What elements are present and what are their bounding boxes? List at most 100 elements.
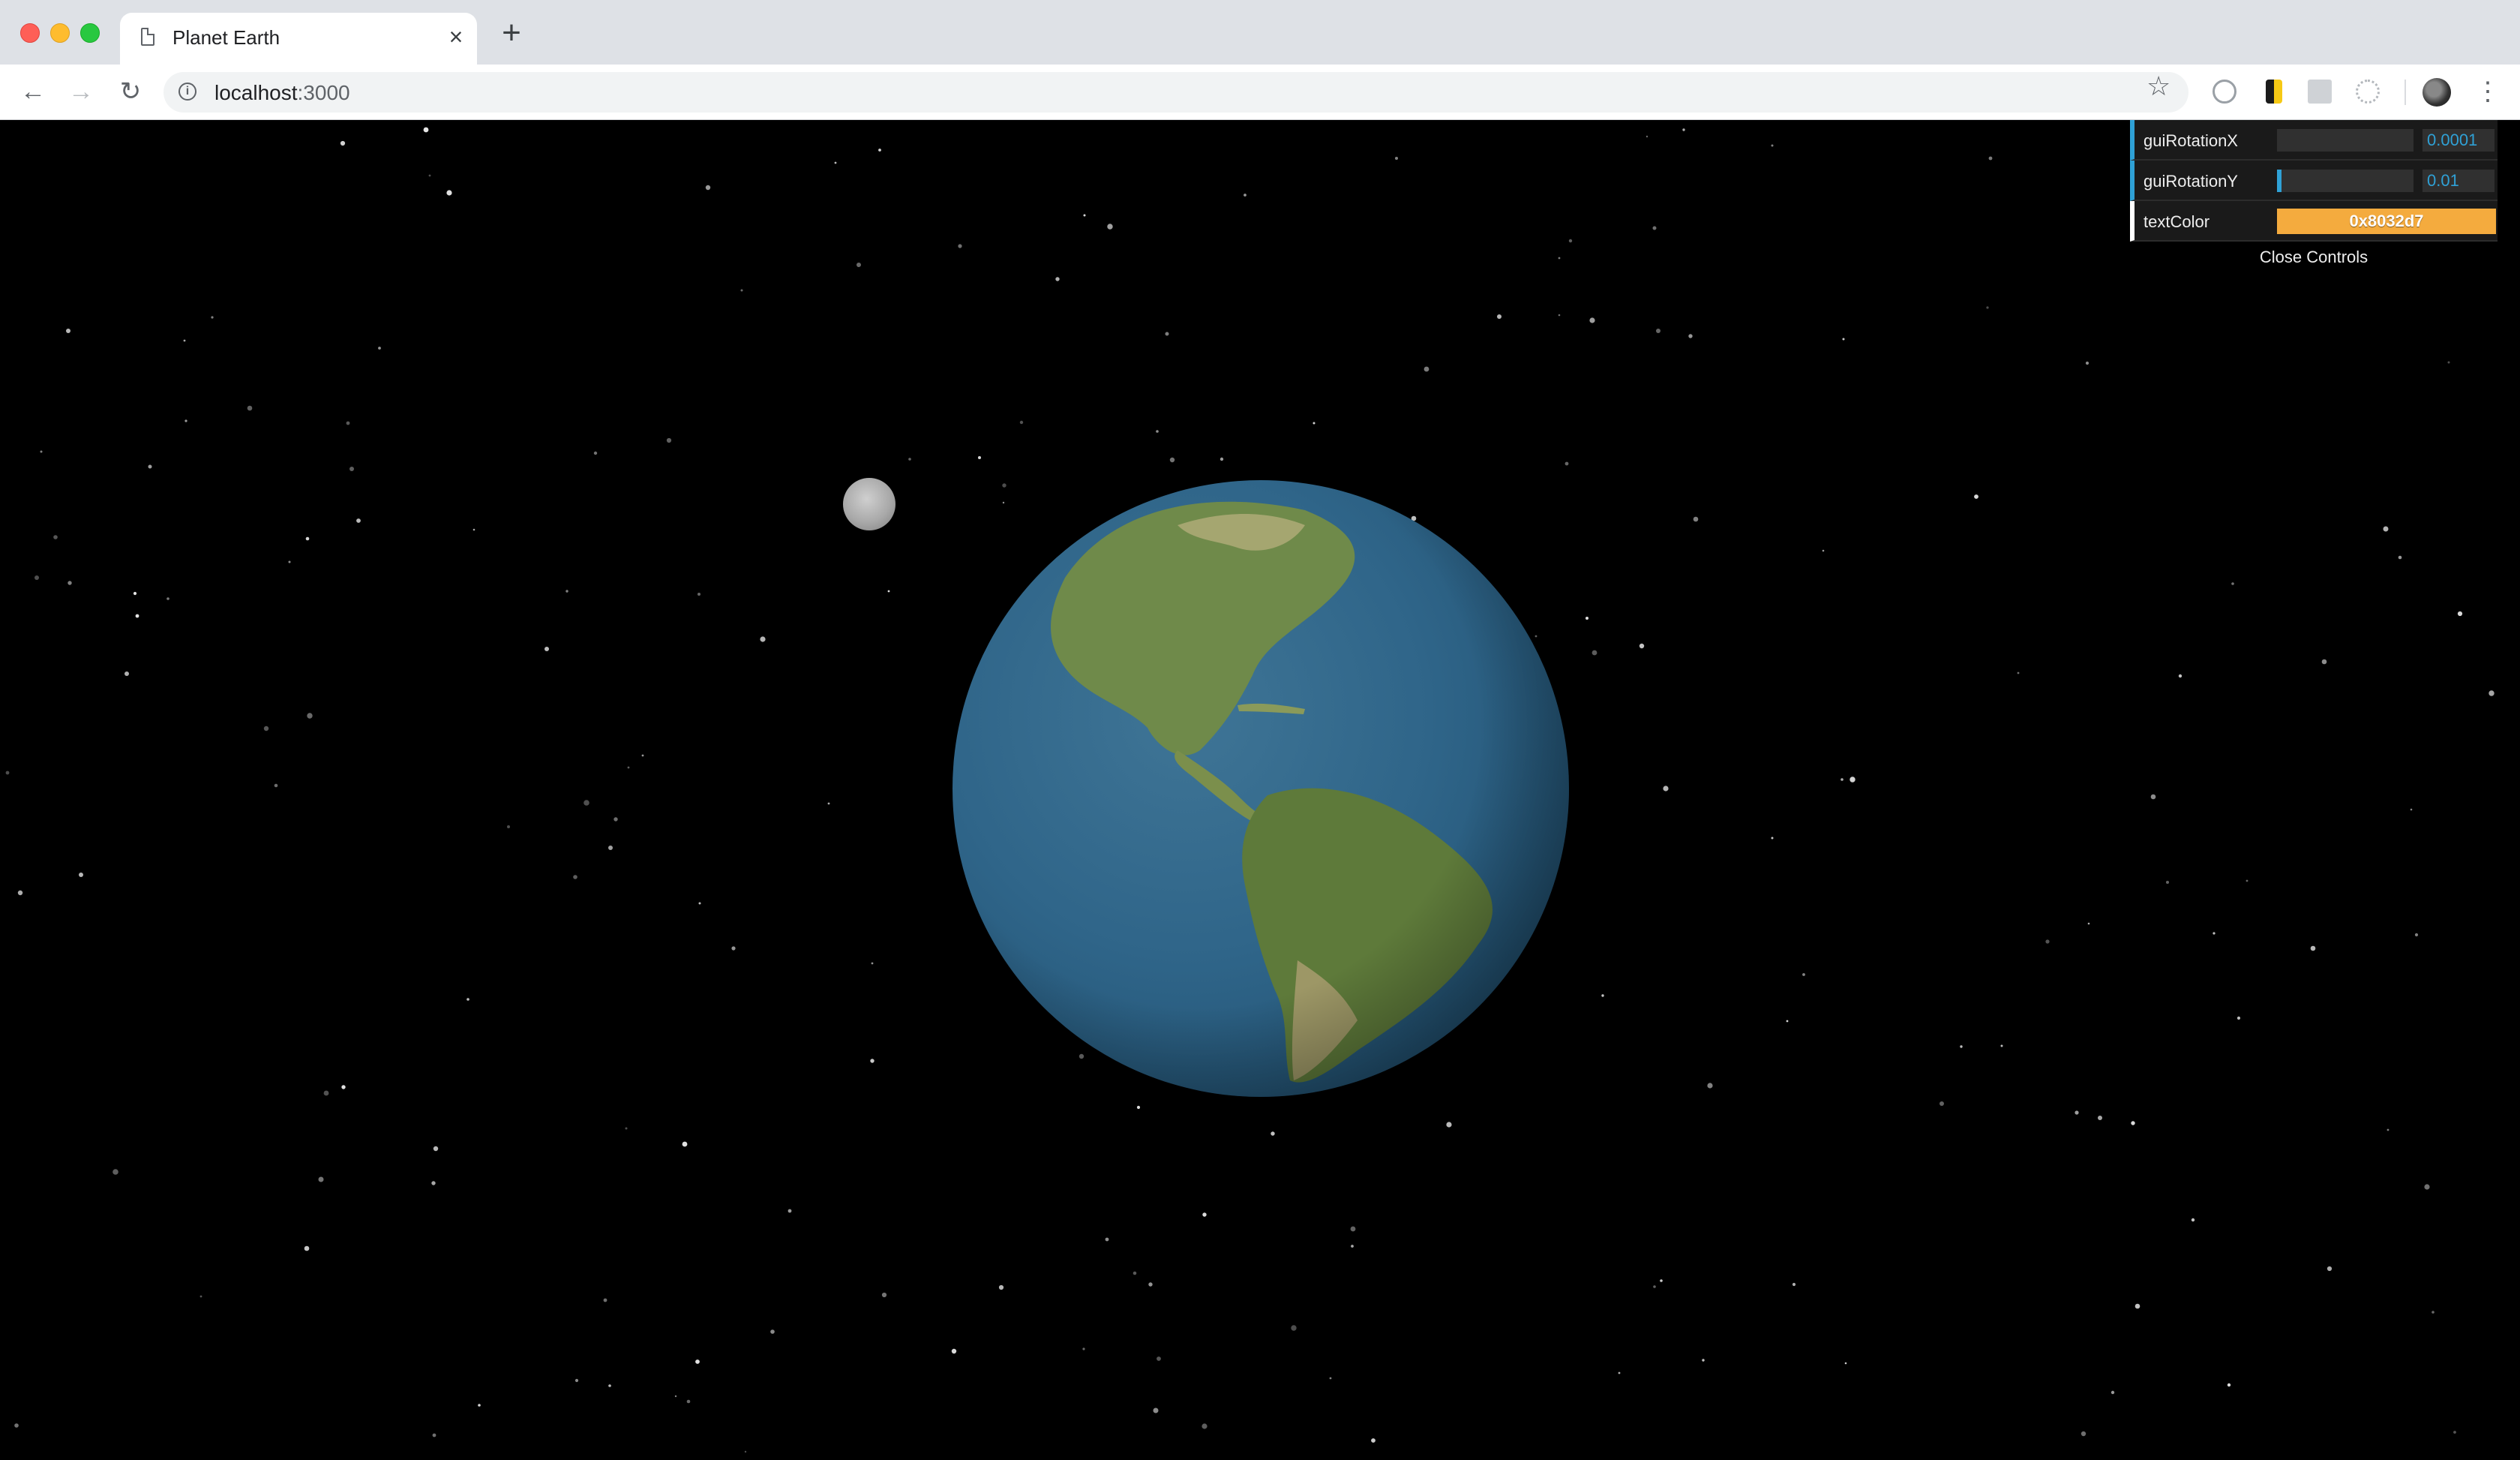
star bbox=[2098, 1116, 2102, 1120]
forward-arrow-icon[interactable]: → bbox=[66, 77, 96, 107]
extension-icon[interactable] bbox=[2266, 80, 2282, 104]
browser-chrome: Planet Earth × + ← → ↻ i localhost:3000 … bbox=[0, 0, 2520, 120]
star bbox=[2212, 932, 2216, 935]
extension-icon[interactable] bbox=[2356, 80, 2380, 104]
maximize-window-button[interactable] bbox=[80, 23, 100, 43]
control-gui-rotation-x: guiRotationX 0.0001 bbox=[2130, 120, 2498, 161]
rotation-y-slider[interactable] bbox=[2277, 170, 2414, 192]
star bbox=[674, 1395, 677, 1398]
address-bar[interactable]: i localhost:3000 bbox=[164, 72, 2188, 113]
star bbox=[2246, 879, 2248, 882]
star bbox=[135, 614, 140, 618]
menu-icon[interactable]: ⋮ bbox=[2475, 77, 2500, 107]
extension-icon[interactable] bbox=[2212, 80, 2236, 104]
star bbox=[466, 998, 470, 1001]
star bbox=[2488, 690, 2494, 696]
webgl-canvas[interactable] bbox=[0, 120, 2520, 1460]
star bbox=[1497, 314, 1502, 319]
rotation-y-input[interactable]: 0.01 bbox=[2422, 170, 2494, 192]
star bbox=[79, 873, 83, 877]
star bbox=[593, 451, 598, 455]
star bbox=[544, 647, 549, 651]
star bbox=[1653, 1285, 1656, 1288]
star bbox=[1019, 420, 1024, 425]
star bbox=[1988, 156, 1993, 161]
star bbox=[2321, 659, 2327, 665]
control-label: guiRotationY bbox=[2144, 172, 2238, 191]
star bbox=[68, 581, 72, 585]
star bbox=[666, 437, 672, 443]
star bbox=[574, 1378, 579, 1383]
star bbox=[2150, 794, 2156, 800]
star bbox=[66, 329, 70, 333]
star bbox=[1165, 332, 1169, 336]
star bbox=[1082, 1347, 1085, 1350]
star bbox=[1558, 257, 1561, 260]
info-icon[interactable]: i bbox=[178, 83, 196, 101]
star bbox=[2134, 1303, 2140, 1309]
star bbox=[1078, 1053, 1084, 1059]
star bbox=[1564, 461, 1569, 466]
star bbox=[705, 185, 711, 191]
star bbox=[1350, 1226, 1356, 1232]
star bbox=[304, 1245, 310, 1251]
star bbox=[1244, 194, 1246, 197]
star bbox=[433, 1146, 439, 1152]
tab-strip: Planet Earth × + bbox=[0, 0, 2520, 65]
close-window-button[interactable] bbox=[20, 23, 40, 43]
star bbox=[951, 1348, 957, 1354]
star bbox=[1105, 1237, 1109, 1242]
tab-planet-earth[interactable]: Planet Earth × bbox=[120, 13, 477, 65]
star bbox=[1842, 338, 1845, 341]
star bbox=[740, 289, 743, 292]
star bbox=[731, 946, 736, 951]
rotation-x-slider[interactable] bbox=[2277, 129, 2414, 152]
rotation-x-input[interactable]: 0.0001 bbox=[2422, 129, 2494, 152]
star bbox=[1802, 973, 1805, 976]
star bbox=[1312, 422, 1316, 425]
star bbox=[1663, 786, 1669, 792]
star bbox=[211, 316, 214, 319]
star bbox=[827, 802, 830, 805]
star bbox=[1002, 501, 1005, 504]
tab-close-icon[interactable]: × bbox=[442, 23, 470, 50]
star bbox=[2310, 945, 2316, 951]
close-controls-button[interactable]: Close Controls bbox=[2130, 242, 2498, 273]
star bbox=[1656, 329, 1660, 333]
star bbox=[2017, 671, 2020, 674]
url-text[interactable]: localhost:3000 bbox=[214, 81, 350, 105]
star bbox=[263, 725, 269, 732]
star-icon[interactable]: ☆ bbox=[2146, 71, 2170, 102]
star bbox=[2386, 1128, 2390, 1131]
star bbox=[698, 593, 700, 596]
minimize-window-button[interactable] bbox=[50, 23, 70, 43]
star bbox=[1371, 1438, 1376, 1443]
extension-icon[interactable] bbox=[2308, 80, 2332, 104]
star bbox=[478, 1404, 481, 1407]
star bbox=[1055, 277, 1060, 281]
star bbox=[1156, 1356, 1161, 1361]
star bbox=[698, 902, 701, 905]
page-icon bbox=[141, 28, 154, 46]
star bbox=[1660, 1279, 1663, 1282]
star bbox=[1446, 1122, 1452, 1128]
star bbox=[834, 161, 837, 164]
new-tab-button[interactable]: + bbox=[498, 17, 525, 50]
star bbox=[1002, 483, 1006, 488]
star bbox=[1688, 334, 1693, 338]
star bbox=[1270, 1131, 1275, 1136]
star bbox=[40, 450, 43, 453]
back-arrow-icon[interactable]: ← bbox=[18, 77, 48, 107]
reload-icon[interactable]: ↻ bbox=[116, 77, 146, 107]
star bbox=[682, 1141, 688, 1147]
star bbox=[695, 1359, 700, 1364]
star bbox=[2227, 1383, 2231, 1387]
profile-avatar[interactable] bbox=[2422, 78, 2451, 107]
star bbox=[1850, 777, 1856, 783]
star bbox=[1844, 1362, 1847, 1365]
text-color-input[interactable]: 0x8032d7 bbox=[2277, 209, 2496, 234]
star bbox=[1618, 1371, 1621, 1374]
star bbox=[2424, 1184, 2430, 1190]
star bbox=[1682, 128, 1685, 131]
star bbox=[472, 528, 476, 531]
